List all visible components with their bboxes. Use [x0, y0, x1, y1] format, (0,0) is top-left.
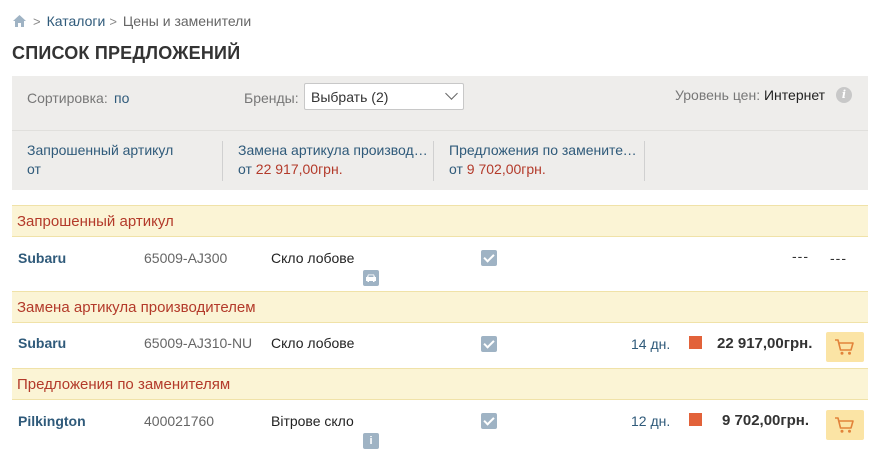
breadcrumb: > Каталоги > Цены и заменители: [12, 11, 251, 31]
row-delivery-days: 14 дн.: [631, 336, 671, 352]
row-description: Вітрове скло: [271, 413, 354, 429]
row-price: ---: [792, 248, 809, 264]
cart-button[interactable]: [826, 410, 864, 440]
page-title: СПИСОК ПРЕДЛОЖЕНИЙ: [12, 43, 241, 63]
brands-select[interactable]: Выбрать (2): [304, 83, 464, 110]
summary-price: от 22 917,00грн.: [238, 161, 343, 177]
summary-manufacturer-replacement[interactable]: Замена артикула производителем от 22 917…: [223, 141, 434, 181]
row-article: 65009-AJ310-NU: [144, 335, 253, 351]
info-icon[interactable]: i: [836, 87, 852, 103]
row-delivery-days: 12 дн.: [631, 413, 671, 429]
cart-icon: [835, 339, 854, 355]
info-icon[interactable]: i: [363, 433, 379, 449]
checkbox-checked-icon[interactable]: [481, 336, 497, 352]
row-brand[interactable]: Subaru: [18, 335, 66, 351]
home-icon[interactable]: [12, 14, 27, 28]
section-header-substitutes: Предложения по заменителям: [12, 368, 868, 400]
summary-substitutes[interactable]: Предложения по заменителям от 9 702,00гр…: [434, 141, 645, 181]
summary-title: Замена артикула производителем: [238, 142, 431, 158]
car-icon[interactable]: [363, 270, 379, 286]
chevron-down-icon: [445, 87, 458, 100]
section-header-requested: Запрошенный артикул: [12, 205, 868, 237]
summary-title: Предложения по заменителям: [449, 142, 642, 158]
summary-price: от: [27, 161, 41, 177]
row-price: 9 702,00грн.: [722, 412, 810, 429]
table-row: Pilkington 400021760 Вітрове скло i 12 д…: [12, 401, 868, 457]
summary-bar: Запрошенный артикул от Замена артикула п…: [12, 130, 868, 190]
breadcrumb-link-catalogs[interactable]: Каталоги: [47, 13, 106, 29]
sort-label: Сортировка:: [27, 90, 108, 106]
row-extra: ---: [830, 250, 847, 266]
row-price: 22 917,00грн.: [717, 335, 813, 352]
summary-title: Запрошенный артикул: [27, 142, 174, 158]
availability-status-icon: [689, 336, 702, 349]
row-description: Скло лобове: [271, 335, 355, 351]
table-row: Subaru 65009-AJ310-NU Скло лобове 14 дн.…: [12, 324, 868, 368]
table-row: Subaru 65009-AJ300 Скло лобове --- ---: [12, 238, 868, 290]
price-level-value: Интернет: [763, 87, 826, 103]
row-brand[interactable]: Pilkington: [18, 413, 86, 429]
price-level-label: Уровень цен:: [675, 87, 761, 103]
row-description: Скло лобове: [271, 250, 355, 266]
row-brand[interactable]: Subaru: [18, 250, 66, 266]
checkbox-checked-icon[interactable]: [481, 413, 497, 429]
summary-price: от 9 702,00грн.: [449, 161, 546, 177]
section-header-manufacturer: Замена артикула производителем: [12, 291, 868, 323]
checkbox-checked-icon[interactable]: [481, 250, 497, 266]
sort-toggle[interactable]: по: [114, 90, 129, 106]
availability-status-icon: [689, 413, 702, 426]
chevron-right-icon: >: [109, 13, 117, 29]
brands-select-value: Выбрать (2): [311, 89, 389, 105]
price-level: Уровень цен: Интернет: [675, 87, 825, 103]
chevron-right-icon: >: [33, 13, 41, 29]
summary-requested[interactable]: Запрошенный артикул от: [12, 141, 223, 181]
row-article: 400021760: [144, 413, 215, 429]
brands-label: Бренды:: [244, 90, 299, 106]
row-article: 65009-AJ300: [144, 250, 228, 266]
breadcrumb-current: Цены и заменители: [122, 13, 252, 29]
cart-button[interactable]: [826, 332, 864, 362]
cart-icon: [835, 417, 854, 433]
filter-bar: Сортировка: по Бренды: Выбрать (2) Урове…: [12, 76, 868, 130]
